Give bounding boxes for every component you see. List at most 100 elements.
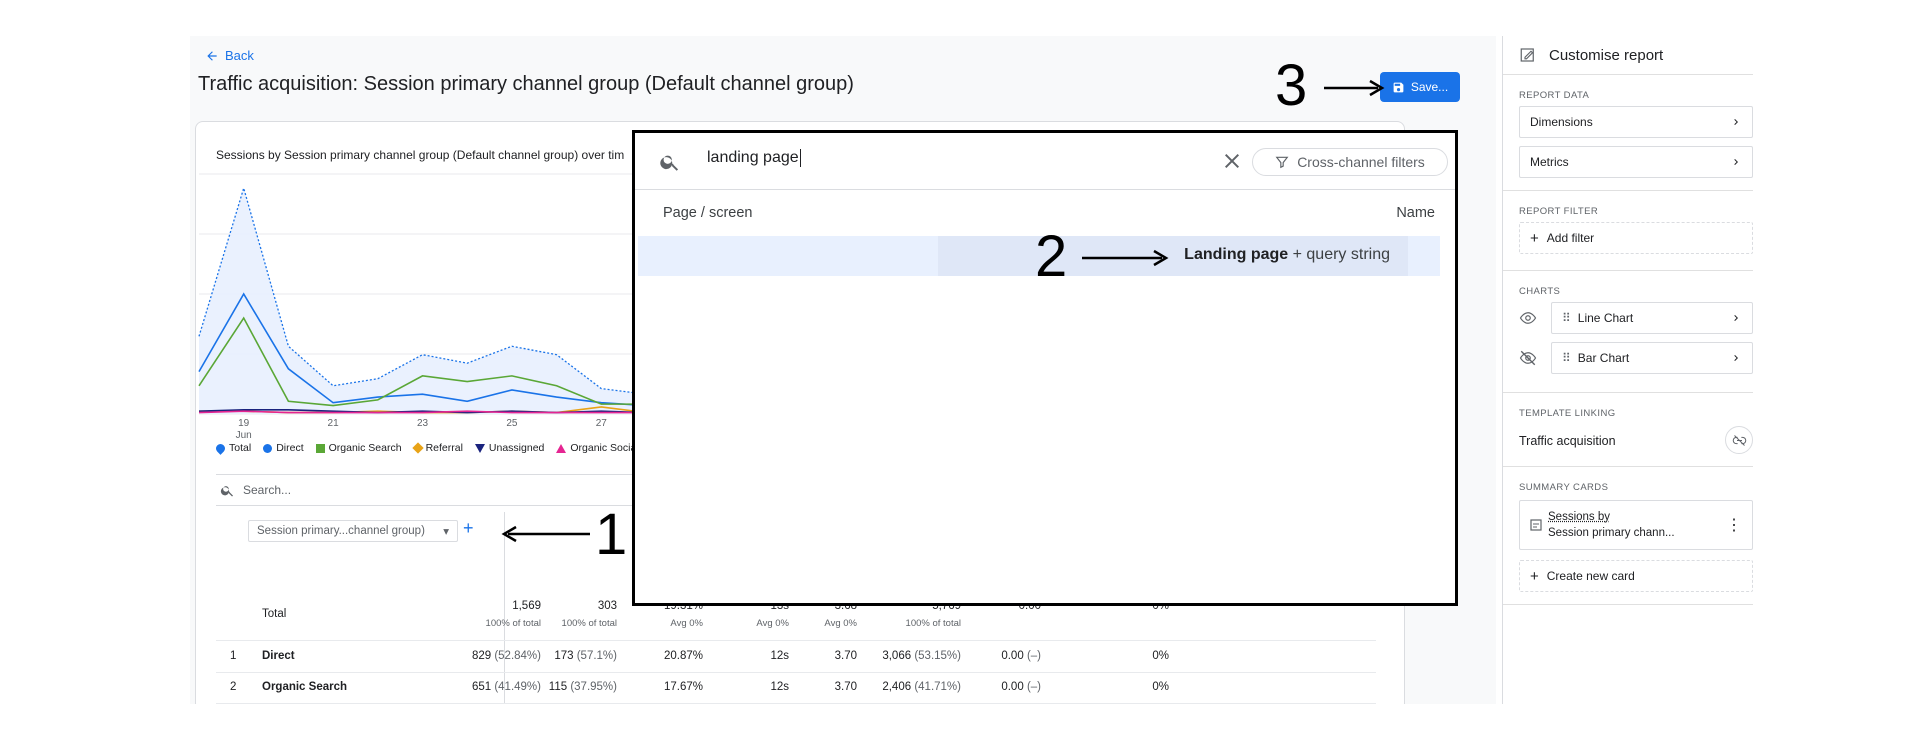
dimension-select[interactable]: Session primary...channel group) ▾: [248, 520, 458, 542]
divider: [1503, 604, 1753, 605]
x-tick-sublabel: Jun: [236, 430, 252, 441]
back-link[interactable]: Back: [205, 48, 254, 63]
table-cell: 12s: [770, 681, 789, 693]
line-chart-item[interactable]: ⠿ Line Chart: [1551, 302, 1753, 334]
annotation-arrow-3: [1324, 79, 1385, 97]
annotation-number-2: 2: [1035, 224, 1068, 289]
table-cell: 115 (37.95%): [549, 681, 617, 693]
cell-value: 0%: [1152, 681, 1169, 693]
panel-header: Customise report: [1519, 46, 1663, 64]
more-vert-icon[interactable]: ⋮: [1726, 515, 1742, 535]
legend-marker-icon: [315, 443, 325, 453]
summary-card-item[interactable]: Sessions by Session primary chann... ⋮: [1519, 500, 1753, 550]
metrics-item[interactable]: Metrics: [1519, 146, 1753, 178]
customise-report-panel: Customise report REPORT DATA Dimensions …: [1502, 36, 1753, 704]
drag-handle-icon[interactable]: ⠿: [1562, 311, 1571, 325]
series-area-total: [199, 188, 646, 414]
add-filter-button[interactable]: + Add filter: [1519, 222, 1753, 254]
totals-label: Total: [262, 608, 287, 620]
legend-item[interactable]: Unassigned: [474, 442, 545, 454]
table-cell: 2,406 (41.71%): [882, 681, 961, 693]
cell-value: 20.87%: [663, 650, 703, 662]
divider: [1503, 466, 1753, 467]
bar-chart-item[interactable]: ⠿ Bar Chart: [1551, 342, 1753, 374]
legend-marker-icon: [263, 443, 273, 453]
table-cell: 3.70: [835, 681, 857, 693]
annotation-arrow-2: [1082, 249, 1169, 267]
table-cell: 3.70: [835, 650, 857, 662]
totals-sub: Avg 0%: [824, 618, 857, 629]
section-label-report-data: REPORT DATA: [1519, 90, 1590, 101]
legend-label: Unassigned: [488, 442, 545, 454]
cell-value: 3.70: [834, 681, 857, 693]
annotation-number-3: 3: [1275, 53, 1308, 118]
cell-value: 173: [554, 650, 574, 662]
legend-marker-icon: [214, 441, 227, 455]
legend-marker-icon: [411, 442, 424, 454]
dialog-search-input[interactable]: landing page: [707, 149, 1087, 167]
x-tick-label: 23: [417, 418, 429, 429]
totals-sub: 100% of total: [485, 618, 541, 629]
table-cell: 0.00 (–): [1001, 681, 1041, 693]
divider: [1503, 190, 1753, 191]
search-icon: [660, 155, 679, 171]
text-caret: [799, 149, 801, 167]
x-tick-label: 27: [596, 418, 608, 429]
unlink-template-button[interactable]: [1725, 426, 1753, 454]
add-dimension-button[interactable]: +: [463, 518, 474, 539]
totals-sub: 100% of total: [905, 618, 961, 629]
x-tick-label: 25: [506, 418, 518, 429]
page-title: Traffic acquisition: Session primary cha…: [198, 73, 854, 95]
eye-off-icon[interactable]: [1519, 350, 1537, 366]
dimensions-label: Dimensions: [1530, 115, 1593, 129]
legend-marker-icon: [556, 443, 567, 453]
dialog-search-bar: landing page Cross-channel filters: [635, 133, 1455, 190]
cell-value: 17.67%: [663, 681, 703, 693]
cross-channel-filters-button[interactable]: Cross-channel filters: [1252, 148, 1448, 176]
table-cell: 3,066 (53.15%): [882, 650, 961, 662]
cell-value: 3,066: [882, 650, 912, 662]
chevron-right-icon: [1730, 156, 1742, 168]
cell-value: 115: [548, 681, 568, 693]
legend-marker-icon: [474, 443, 485, 453]
drag-handle-icon[interactable]: ⠿: [1562, 351, 1571, 365]
section-label-report-filter: REPORT FILTER: [1519, 206, 1599, 217]
template-name: Traffic acquisition: [1519, 434, 1616, 448]
back-label: Back: [225, 48, 254, 63]
legend-item[interactable]: Organic Search: [315, 442, 402, 454]
row-channel-name[interactable]: Direct: [262, 650, 295, 662]
close-icon[interactable]: [1220, 149, 1244, 173]
eye-icon[interactable]: [1519, 310, 1537, 326]
save-button[interactable]: Save...: [1380, 72, 1460, 102]
line-chart[interactable]: 19Jun 21 23 25 27: [196, 122, 646, 442]
row-divider: [216, 640, 1376, 641]
dimensions-item[interactable]: Dimensions: [1519, 106, 1753, 138]
table-cell: 0.00 (–): [1001, 650, 1041, 662]
bar-chart-label: Bar Chart: [1577, 351, 1630, 365]
caret-down-icon: ▾: [443, 526, 449, 538]
legend-item[interactable]: Organic Social: [556, 442, 639, 454]
chevron-right-icon: [1730, 116, 1742, 128]
add-filter-label: Add filter: [1546, 231, 1595, 245]
row-channel-name[interactable]: Organic Search: [262, 681, 347, 693]
create-new-card-button[interactable]: + Create new card: [1519, 560, 1753, 592]
table-cell: 20.87%: [664, 650, 703, 662]
filter-label: Cross-channel filters: [1297, 154, 1425, 170]
summary-card-line1: Sessions by: [1548, 511, 1611, 523]
legend-item[interactable]: Direct: [263, 442, 304, 454]
column-header-name: Name: [1396, 205, 1435, 221]
result-match-rest: + query string: [1288, 246, 1390, 263]
plus-icon: +: [1530, 229, 1539, 247]
cell-value: 12s: [770, 681, 789, 693]
legend-item[interactable]: Referral: [411, 442, 463, 454]
cell-share: (53.15%): [914, 650, 961, 662]
legend-item[interactable]: Total: [214, 441, 251, 455]
cell-share: (57.1%): [576, 650, 617, 662]
cell-value: 651: [471, 681, 492, 693]
cell-share: (52.84%): [494, 650, 541, 662]
chart-legend: Total Direct Organic Search Referral Unassig…: [214, 441, 639, 455]
section-label-template-linking: TEMPLATE LINKING: [1519, 408, 1616, 419]
divider: [1503, 270, 1753, 271]
row-divider: [216, 672, 1376, 673]
table-cell: 0%: [1152, 681, 1169, 693]
